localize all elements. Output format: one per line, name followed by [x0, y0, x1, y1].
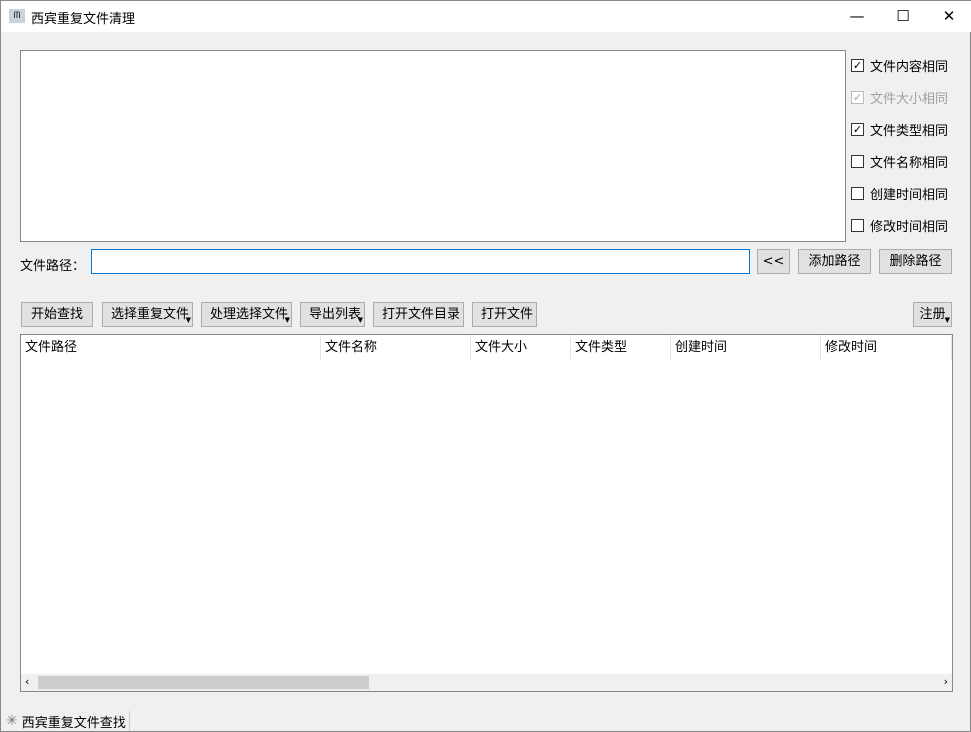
- column-header[interactable]: 文件名称: [321, 335, 471, 361]
- app-icon: ᗰ: [9, 9, 25, 23]
- window-title: 西宾重复文件清理: [31, 12, 136, 27]
- checkbox-icon[interactable]: [851, 187, 864, 200]
- column-header[interactable]: 文件类型: [571, 335, 671, 361]
- add-path-button[interactable]: 添加路径: [798, 249, 871, 274]
- option-checkbox[interactable]: ✓ 文件大小相同: [851, 88, 948, 107]
- results-table[interactable]: 文件路径 文件名称 文件大小 文件类型 创建时间 修改时间 ‹ ›: [20, 334, 953, 692]
- horizontal-scrollbar[interactable]: ‹ ›: [21, 674, 952, 691]
- dropdown-arrow-icon: ▼: [185, 316, 191, 324]
- register-button[interactable]: 注册 ▼: [913, 302, 952, 327]
- spinner-icon: ✳: [6, 713, 18, 729]
- option-label: 文件内容相同: [870, 60, 949, 75]
- column-header[interactable]: 创建时间: [671, 335, 821, 361]
- option-checkbox[interactable]: 创建时间相同: [851, 184, 948, 203]
- status-text: 西宾重复文件查找: [21, 715, 126, 731]
- title-bar: ᗰ 西宾重复文件清理 — ☐ ✕: [1, 1, 971, 32]
- dropdown-arrow-icon: ▼: [284, 316, 290, 324]
- status-bar: ✳ 西宾重复文件查找: [1, 711, 130, 731]
- column-header[interactable]: 文件大小: [471, 335, 571, 361]
- scroll-left-icon[interactable]: ‹: [25, 675, 29, 688]
- minimize-button[interactable]: —: [834, 1, 880, 32]
- option-checkbox[interactable]: 修改时间相同: [851, 216, 948, 235]
- open-directory-button[interactable]: 打开文件目录: [373, 302, 464, 327]
- register-label: 注册: [919, 307, 946, 322]
- checkbox-icon[interactable]: ✓: [851, 59, 864, 72]
- option-label: 文件大小相同: [870, 92, 949, 107]
- back-button[interactable]: <<: [757, 249, 790, 274]
- path-label: 文件路径：: [20, 259, 86, 274]
- remove-path-button[interactable]: 删除路径: [879, 249, 952, 274]
- open-file-button[interactable]: 打开文件: [472, 302, 537, 327]
- export-label: 导出列表: [309, 307, 362, 322]
- process-label: 处理选择文件: [210, 307, 289, 322]
- process-selected-button[interactable]: 处理选择文件 ▼: [201, 302, 292, 327]
- dropdown-arrow-icon: ▼: [357, 316, 363, 324]
- option-checkbox[interactable]: ✓ 文件类型相同: [851, 120, 948, 139]
- select-label: 选择重复文件: [111, 307, 190, 322]
- close-button[interactable]: ✕: [926, 1, 971, 32]
- option-label: 文件类型相同: [870, 124, 949, 139]
- option-checkbox[interactable]: ✓ 文件内容相同: [851, 56, 948, 75]
- column-header[interactable]: 文件路径: [21, 335, 321, 361]
- checkbox-icon[interactable]: [851, 155, 864, 168]
- export-list-button[interactable]: 导出列表 ▼: [300, 302, 365, 327]
- option-checkbox[interactable]: 文件名称相同: [851, 152, 948, 171]
- checkbox-icon[interactable]: ✓: [851, 123, 864, 136]
- maximize-button[interactable]: ☐: [880, 1, 926, 32]
- select-duplicates-button[interactable]: 选择重复文件 ▼: [102, 302, 193, 327]
- checkbox-icon[interactable]: ✓: [851, 91, 864, 104]
- option-label: 修改时间相同: [870, 220, 949, 235]
- dropdown-arrow-icon: ▼: [944, 316, 950, 324]
- column-header[interactable]: 修改时间: [821, 335, 952, 361]
- path-input[interactable]: [91, 249, 750, 274]
- scroll-right-icon[interactable]: ›: [944, 675, 948, 688]
- option-label: 创建时间相同: [870, 188, 949, 203]
- checkbox-icon[interactable]: [851, 219, 864, 232]
- scrollbar-thumb[interactable]: [38, 676, 369, 689]
- path-list[interactable]: [20, 50, 846, 242]
- option-label: 文件名称相同: [870, 156, 949, 171]
- start-search-button[interactable]: 开始查找: [21, 302, 93, 327]
